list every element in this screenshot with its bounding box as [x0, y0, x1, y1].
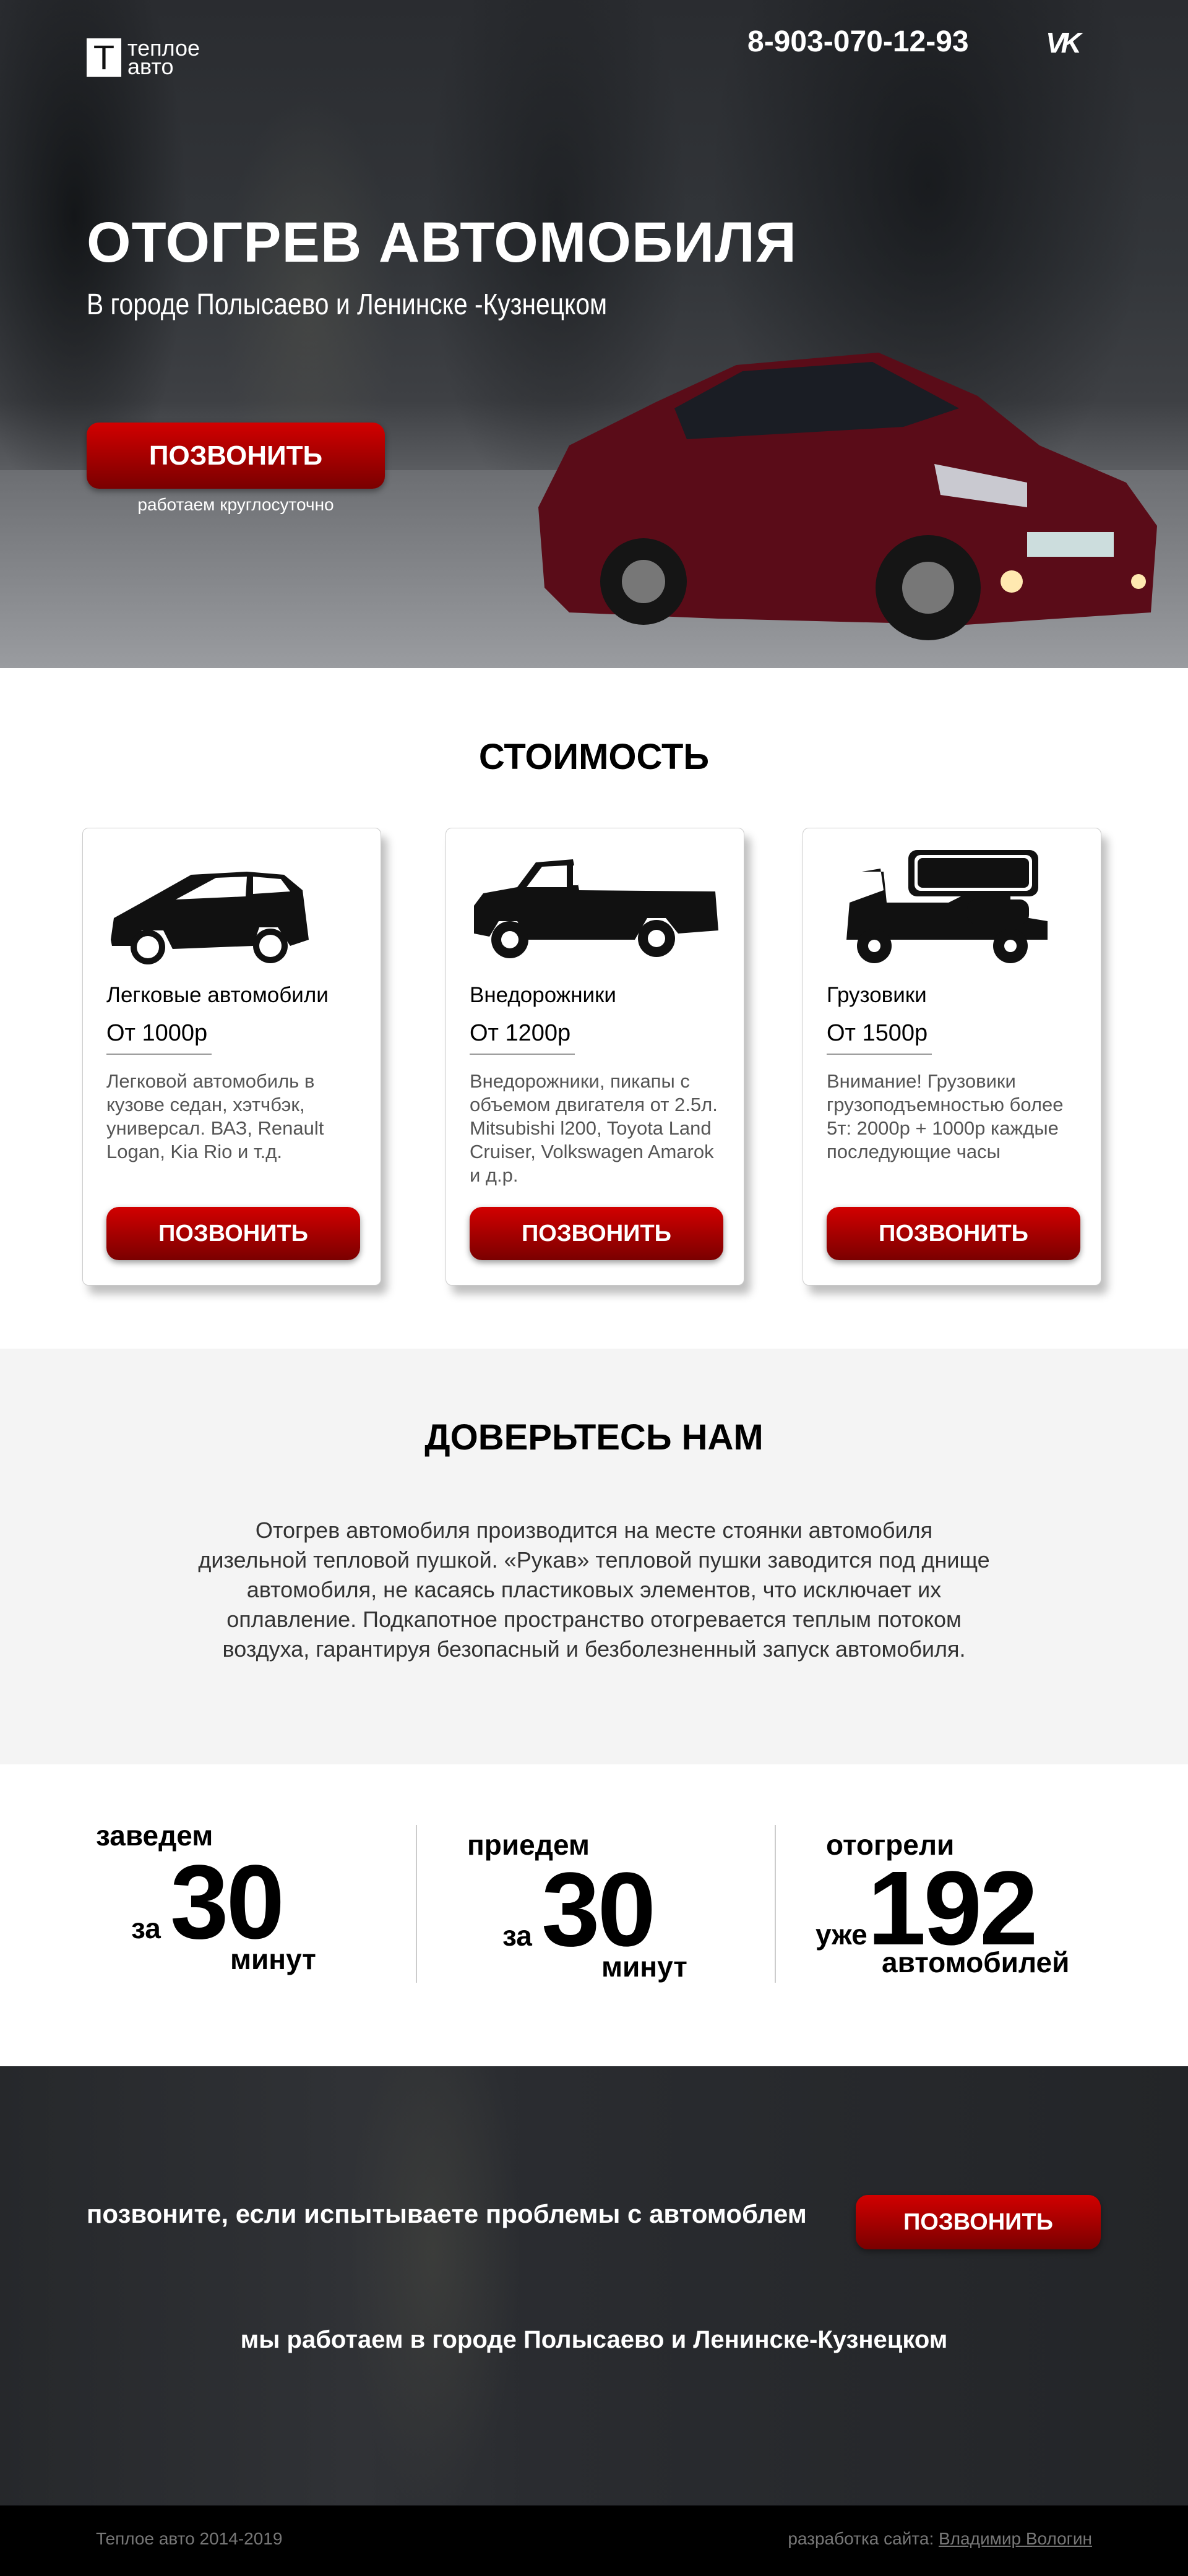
card-price: От 1200р: [470, 1020, 571, 1046]
card-description: Внедорожники, пикапы с объемом двигателя…: [470, 1070, 718, 1186]
stat-divider: [416, 1825, 417, 1983]
phone-link[interactable]: 8-903-070-12-93: [747, 25, 969, 59]
stat-divider: [775, 1825, 776, 1983]
logo-mark: Т: [87, 38, 121, 77]
trust-title: ДОВЕРЬТЕСЬ НАМ: [424, 1417, 764, 1458]
stat-start: заведем за 30 минут: [93, 1819, 390, 2004]
stat-bottom: минут: [601, 1951, 687, 1983]
cta-note: мы работаем в городе Полысаево и Ленинск…: [240, 2326, 948, 2353]
card-price: От 1500р: [827, 1020, 928, 1046]
card-description: Внимание! Грузовики грузоподъемностью бо…: [827, 1070, 1064, 1162]
card-divider: [470, 1054, 575, 1055]
hero-subtitle: В городе Полысаево и Ленинске -Кузнецком: [87, 288, 608, 321]
pricing-title: СТОИМОСТЬ: [478, 737, 710, 777]
hero-section: Т теплое авто 8-903-070-12-93 VK ОТОГРЕВ…: [0, 0, 1188, 668]
tanker-truck-icon: [846, 850, 1048, 963]
footer: Теплое авто 2014-2019 разработка сайта: …: [0, 2505, 1188, 2576]
card-name: Легковые автомобили: [106, 983, 329, 1007]
hatchback-car-icon: [111, 872, 309, 964]
stat-arrive: приедем за 30 минут: [464, 1819, 761, 2004]
footer-copyright: Теплое авто 2014-2019: [96, 2529, 283, 2548]
stat-number: 30: [541, 1851, 656, 1968]
stat-bottom: минут: [230, 1943, 316, 1975]
hero-call-button[interactable]: ПОЗВОНИТЬ: [87, 423, 385, 489]
stat-warmed: отогрели уже 192 автомобилей: [816, 1819, 1169, 2004]
cta-section: [0, 2066, 1188, 2505]
footer-developer: разработка сайта: Владимир Вологин: [788, 2529, 1092, 2549]
trust-section: ДОВЕРЬТЕСЬ НАМ Отогрев автомобиля произв…: [0, 1349, 1188, 1764]
hero-note: работаем круглосуточно: [137, 495, 334, 514]
developer-label: разработка сайта:: [788, 2529, 934, 2548]
stat-prefix: за: [502, 1920, 532, 1952]
logo-text: теплое авто: [127, 37, 200, 78]
cta-text: позвоните, если испытываете проблемы с а…: [87, 2199, 807, 2228]
pickup-truck-icon: [474, 859, 718, 958]
developer-link[interactable]: Владимир Вологин: [939, 2529, 1092, 2548]
vk-icon[interactable]: VK: [1046, 26, 1082, 59]
card-description: Легковой автомобиль в кузове седан, хэтч…: [106, 1070, 324, 1162]
stat-prefix: уже: [816, 1918, 867, 1951]
pricing-card-trucks: Грузовики От 1500р Внимание! Грузовики г…: [803, 828, 1101, 1286]
card-call-button[interactable]: ПОЗВОНИТЬ: [827, 1207, 1080, 1260]
card-price: От 1000р: [106, 1020, 208, 1046]
card-call-button[interactable]: ПОЗВОНИТЬ: [470, 1207, 723, 1260]
stat-number: 30: [170, 1844, 285, 1961]
logo[interactable]: Т теплое авто: [87, 37, 200, 78]
card-name: Грузовики: [827, 983, 927, 1007]
card-call-button[interactable]: ПОЗВОНИТЬ: [106, 1207, 360, 1260]
cta-call-button[interactable]: ПОЗВОНИТЬ: [856, 2195, 1101, 2249]
hero-title: ОТОГРЕВ АВТОМОБИЛЯ: [87, 211, 797, 274]
card-name: Внедорожники: [470, 983, 616, 1007]
pricing-card-suv: Внедорожники От 1200р Внедорожники, пика…: [446, 828, 744, 1286]
stat-bottom: автомобилей: [882, 1946, 1070, 1978]
pricing-card-cars: Легковые автомобили От 1000р Легковой ав…: [82, 828, 381, 1286]
trust-text: Отогрев автомобиля производится на месте…: [198, 1518, 990, 1662]
card-divider: [827, 1054, 932, 1055]
stat-prefix: за: [131, 1912, 161, 1944]
red-car-image: [538, 353, 1157, 640]
card-divider: [106, 1054, 212, 1055]
